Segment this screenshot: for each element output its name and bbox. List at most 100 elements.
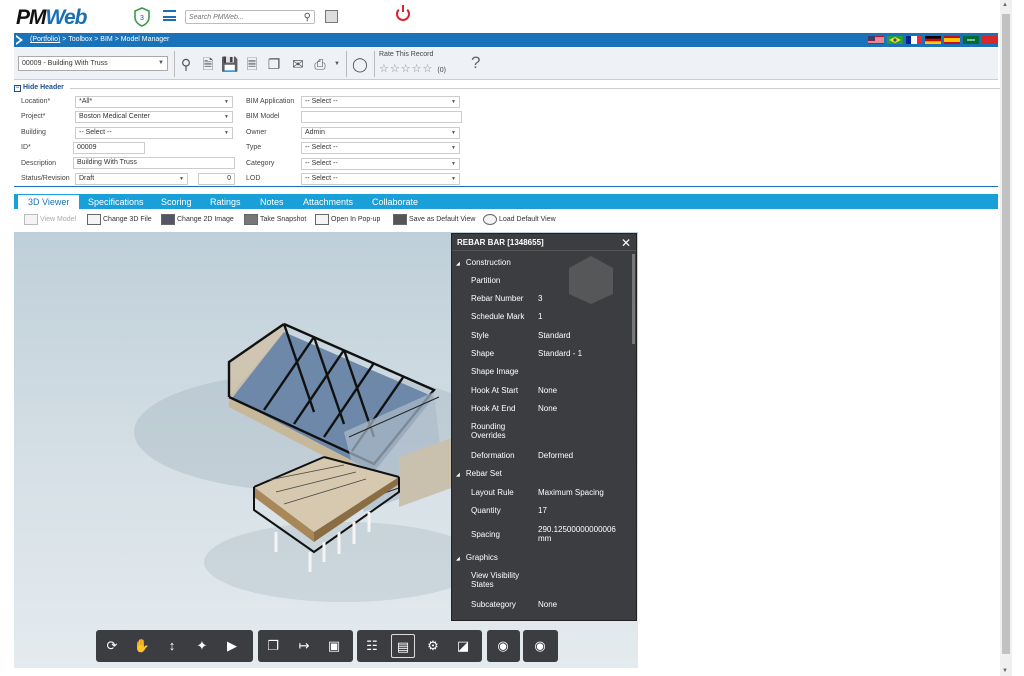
explode-icon[interactable]: ❐ — [261, 634, 285, 658]
orbit-icon[interactable]: ⟳ — [100, 634, 124, 658]
properties-panel: REBAR BAR [1348655] ✕ ◢ Construction Part… — [451, 233, 637, 621]
tab-ratings[interactable]: Ratings — [200, 195, 251, 209]
id-input[interactable]: 00009 — [73, 142, 145, 154]
copy-icon[interactable]: ❐ — [265, 54, 283, 74]
id-label: ID* — [21, 144, 31, 151]
flag-de-icon[interactable] — [925, 36, 941, 44]
flag-sa-icon[interactable] — [963, 36, 979, 44]
open-popup-button[interactable]: Open In Pop-up — [315, 214, 380, 225]
tab-collaborate[interactable]: Collaborate — [362, 195, 428, 209]
section-construction[interactable]: ◢ Construction — [456, 258, 511, 267]
section-graphics[interactable]: ◢ Graphics — [456, 553, 498, 562]
measure-icon[interactable]: ↦ — [292, 634, 316, 658]
properties-icon[interactable]: ▤ — [391, 634, 415, 658]
save-icon[interactable]: 💾 — [221, 54, 239, 74]
chevron-right-icon — [16, 35, 23, 45]
chevron-down-icon: ▼ — [224, 130, 229, 136]
owner-select[interactable]: Admin ▼ — [301, 127, 460, 139]
change-2d-image-button[interactable]: Change 2D Image — [161, 214, 234, 225]
flag-us-icon[interactable] — [868, 36, 884, 44]
chevron-down-icon: ▼ — [224, 114, 229, 120]
type-select[interactable]: -- Select -- ▼ — [301, 142, 460, 154]
properties-title: REBAR BAR [1348655] — [452, 234, 636, 251]
search-box[interactable]: ⚲ — [185, 10, 315, 24]
category-select[interactable]: -- Select -- ▼ — [301, 158, 460, 170]
rate-label: Rate This Record — [379, 51, 434, 58]
top-bar: PMWeb 3 ⚲ — [0, 0, 998, 33]
project-label: Project* — [21, 113, 46, 120]
shield-icon[interactable]: 3 — [133, 7, 151, 27]
scroll-up-icon[interactable]: ▲ — [1002, 2, 1008, 8]
bim-model-input[interactable] — [301, 111, 462, 123]
snapshot-camera-icon[interactable]: ◉ — [491, 634, 515, 658]
description-input[interactable]: Building With Truss — [73, 157, 235, 169]
add-record-icon[interactable]: 🗎 — [199, 54, 217, 74]
viewer-toolbar: View Model Change 3D File Change 2D Imag… — [14, 210, 998, 230]
nav-toolbar-group: ⟳ ✋ ↕ ✦ ▶ — [96, 630, 253, 662]
tab-scoring[interactable]: Scoring — [151, 195, 202, 209]
power-icon[interactable] — [396, 5, 410, 21]
flag-es-icon[interactable] — [944, 36, 960, 44]
walk-icon[interactable]: ✦ — [190, 634, 214, 658]
location-label: Location* — [21, 98, 51, 105]
status-select[interactable]: Draft ▼ — [75, 173, 188, 185]
rating-stars[interactable]: ☆☆☆☆☆ (0) — [379, 62, 446, 75]
lightbulb-icon[interactable]: ◯ — [351, 54, 369, 74]
help-icon[interactable]: ? — [471, 53, 480, 73]
search-input[interactable] — [186, 11, 298, 23]
breadcrumb-portfolio-link[interactable]: (Portfolio) — [30, 36, 60, 43]
model-tree-icon[interactable]: ☷ — [360, 634, 384, 658]
section-box-icon[interactable]: ▣ — [322, 634, 346, 658]
view-model-button[interactable]: View Model — [24, 214, 76, 225]
tab-3d-viewer[interactable]: 3D Viewer — [18, 195, 80, 209]
delete-record-icon[interactable]: 🗏 — [243, 54, 261, 74]
building-select[interactable]: -- Select -- ▼ — [75, 127, 233, 139]
hide-header-toggle[interactable]: − Hide Header — [14, 84, 64, 92]
revision-input[interactable]: 0 — [198, 173, 235, 185]
film-icon[interactable] — [325, 10, 338, 23]
page-scrollbar[interactable]: ▲ ▼ — [1000, 0, 1012, 676]
model-toolbar-group: ❐ ↦ ▣ — [258, 630, 353, 662]
svg-text:3: 3 — [140, 15, 144, 22]
location-select[interactable]: *All* ▼ — [75, 96, 233, 108]
save-default-view-button[interactable]: Save as Default View — [393, 214, 475, 225]
close-icon[interactable]: ✕ — [621, 236, 631, 250]
divider — [174, 51, 175, 77]
print-icon[interactable]: ⎙ — [311, 54, 329, 74]
flag-fr-icon[interactable] — [906, 36, 922, 44]
panel-scrollbar[interactable] — [632, 254, 635, 344]
rating-count: (0) — [437, 67, 446, 74]
divider — [346, 51, 347, 77]
zoom-icon[interactable]: ↕ — [160, 634, 184, 658]
menu-icon[interactable] — [163, 10, 176, 21]
image-icon — [161, 214, 175, 225]
pan-hand-icon[interactable]: ✋ — [130, 634, 154, 658]
camera-view-icon[interactable]: ▶ — [220, 634, 244, 658]
flag-other-icon[interactable] — [982, 36, 998, 44]
settings-gear-icon[interactable]: ⚙ — [421, 634, 445, 658]
load-default-view-button[interactable]: Load Default View — [483, 214, 556, 225]
scroll-thumb[interactable] — [1002, 14, 1010, 654]
tab-specifications[interactable]: Specifications — [78, 195, 154, 209]
bim-application-select[interactable]: -- Select -- ▼ — [301, 96, 460, 108]
section-rebar-set[interactable]: ◢ Rebar Set — [456, 469, 502, 478]
tab-notes[interactable]: Notes — [250, 195, 294, 209]
pmweb-logo[interactable]: PMWeb — [16, 6, 87, 30]
settings-toolbar-group: ☷ ▤ ⚙ ◪ — [357, 630, 482, 662]
eye-icon[interactable]: ◉ — [528, 634, 552, 658]
lod-select[interactable]: -- Select -- ▼ — [301, 173, 460, 185]
search-record-icon[interactable]: ⚲ — [177, 54, 195, 74]
take-snapshot-button[interactable]: Take Snapshot — [244, 214, 306, 225]
email-icon[interactable]: ✉ — [289, 54, 307, 74]
cube-icon — [24, 214, 38, 225]
print-dropdown-icon[interactable]: ▼ — [328, 54, 346, 74]
fullscreen-icon[interactable]: ◪ — [451, 634, 475, 658]
tab-attachments[interactable]: Attachments — [293, 195, 363, 209]
flag-br-icon[interactable] — [887, 36, 903, 44]
record-selector[interactable]: 00009 - Building With Truss ▼ — [18, 56, 168, 71]
change-3d-file-button[interactable]: Change 3D File — [87, 214, 152, 225]
search-icon[interactable]: ⚲ — [304, 12, 311, 23]
scroll-down-icon[interactable]: ▼ — [1002, 668, 1008, 674]
project-select[interactable]: Boston Medical Center ▼ — [75, 111, 233, 123]
snapshot-toolbar-group: ◉ — [487, 630, 520, 662]
